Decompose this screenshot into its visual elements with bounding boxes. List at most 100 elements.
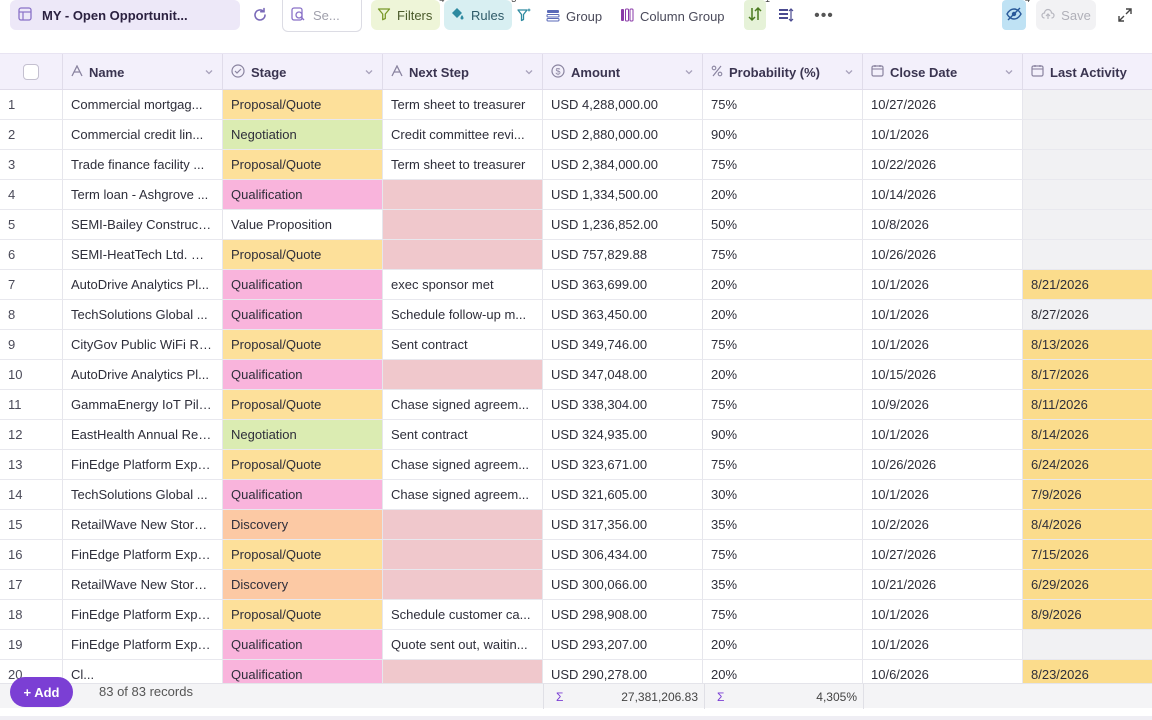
row-index-cell[interactable]: 12 (0, 420, 63, 449)
row-index-cell[interactable]: 15 (0, 510, 63, 539)
last-activity-cell[interactable]: 6/24/2026 (1023, 450, 1152, 479)
next-step-cell[interactable]: Sent contract (383, 420, 543, 449)
column-header-close-date[interactable]: Close Date (863, 54, 1023, 90)
next-step-cell[interactable] (383, 360, 543, 389)
close-date-cell[interactable]: 10/27/2026 (863, 90, 1023, 119)
amount-cell[interactable]: USD 363,699.00 (543, 270, 703, 299)
name-cell[interactable]: FinEdge Platform Expa... (63, 540, 223, 569)
next-step-cell[interactable] (383, 570, 543, 599)
close-date-cell[interactable]: 10/6/2026 (863, 660, 1023, 683)
table-row[interactable]: 12 EastHealth Annual Ren... Negotiation Sen… (0, 420, 1152, 450)
probability-cell[interactable]: 75% (703, 600, 863, 629)
close-date-cell[interactable]: 10/26/2026 (863, 240, 1023, 269)
next-step-cell[interactable]: Chase signed agreem... (383, 450, 543, 479)
column-header-name[interactable]: Name (63, 54, 223, 90)
next-step-cell[interactable] (383, 210, 543, 239)
last-activity-cell[interactable]: 8/4/2026 (1023, 510, 1152, 539)
row-index-cell[interactable]: 18 (0, 600, 63, 629)
last-activity-cell[interactable]: 6/29/2026 (1023, 570, 1152, 599)
column-header-amount[interactable]: $ Amount (543, 54, 703, 90)
table-row[interactable]: 8 TechSolutions Global ... Qualification Sc… (0, 300, 1152, 330)
close-date-cell[interactable]: 10/22/2026 (863, 150, 1023, 179)
stage-cell[interactable]: Qualification (223, 630, 383, 659)
table-row[interactable]: 20 Cl... Qualification USD 290,278.00 20% 10/… (0, 660, 1152, 683)
table-row[interactable]: 11 GammaEnergy IoT Pilo... Proposal/Quote C… (0, 390, 1152, 420)
next-step-cell[interactable]: Quote sent out, waitin... (383, 630, 543, 659)
name-cell[interactable]: SEMI-HeatTech Ltd. — ... (63, 240, 223, 269)
select-all-checkbox[interactable] (23, 64, 39, 80)
table-row[interactable]: 2 Commercial credit lin... Negotiation Cred… (0, 120, 1152, 150)
table-row[interactable]: 9 CityGov Public WiFi RF... Proposal/Quote… (0, 330, 1152, 360)
row-height-button[interactable] (776, 5, 796, 27)
probability-cell[interactable]: 75% (703, 90, 863, 119)
table-row[interactable]: 5 SEMI-Bailey Constructi... Value Proposit… (0, 210, 1152, 240)
probability-cell[interactable]: 20% (703, 180, 863, 209)
probability-cell[interactable]: 90% (703, 420, 863, 449)
stage-cell[interactable]: Value Proposition (223, 210, 383, 239)
next-step-cell[interactable] (383, 540, 543, 569)
last-activity-cell[interactable]: 8/27/2026 (1023, 300, 1152, 329)
stage-cell[interactable]: Proposal/Quote (223, 540, 383, 569)
close-date-cell[interactable]: 10/1/2026 (863, 300, 1023, 329)
stage-cell[interactable]: Qualification (223, 480, 383, 509)
probability-cell[interactable]: 75% (703, 330, 863, 359)
close-date-cell[interactable]: 10/26/2026 (863, 450, 1023, 479)
amount-cell[interactable]: USD 321,605.00 (543, 480, 703, 509)
name-cell[interactable]: Commercial mortgag... (63, 90, 223, 119)
stage-cell[interactable]: Discovery (223, 570, 383, 599)
fullscreen-button[interactable] (1114, 5, 1136, 27)
amount-cell[interactable]: USD 298,908.00 (543, 600, 703, 629)
next-step-cell[interactable]: Schedule follow-up m... (383, 300, 543, 329)
last-activity-cell[interactable] (1023, 90, 1152, 119)
last-activity-cell[interactable] (1023, 210, 1152, 239)
amount-cell[interactable]: USD 317,356.00 (543, 510, 703, 539)
close-date-cell[interactable]: 10/1/2026 (863, 270, 1023, 299)
row-index-cell[interactable]: 10 (0, 360, 63, 389)
last-activity-cell[interactable]: 8/14/2026 (1023, 420, 1152, 449)
row-index-cell[interactable]: 3 (0, 150, 63, 179)
probability-cell[interactable]: 35% (703, 570, 863, 599)
table-row[interactable]: 19 FinEdge Platform Expa... Qualification Q… (0, 630, 1152, 660)
next-step-cell[interactable]: Chase signed agreem... (383, 480, 543, 509)
column-header-next-step[interactable]: Next Step (383, 54, 543, 90)
row-index-cell[interactable]: 1 (0, 90, 63, 119)
name-cell[interactable]: Trade finance facility ... (63, 150, 223, 179)
group-button[interactable]: Group (546, 5, 602, 27)
close-date-cell[interactable]: 10/1/2026 (863, 630, 1023, 659)
amount-cell[interactable]: USD 290,278.00 (543, 660, 703, 683)
name-cell[interactable]: Cl... (63, 660, 223, 683)
row-index-cell[interactable]: 13 (0, 450, 63, 479)
probability-cell[interactable]: 50% (703, 210, 863, 239)
name-cell[interactable]: FinEdge Platform Expa... (63, 450, 223, 479)
probability-cell[interactable]: 75% (703, 150, 863, 179)
next-step-cell[interactable]: exec sponsor met (383, 270, 543, 299)
table-row[interactable]: 16 FinEdge Platform Expa... Proposal/Quote… (0, 540, 1152, 570)
amount-cell[interactable]: USD 4,288,000.00 (543, 90, 703, 119)
name-cell[interactable]: AutoDrive Analytics Pl... (63, 360, 223, 389)
amount-cell[interactable]: USD 324,935.00 (543, 420, 703, 449)
chevron-down-icon[interactable] (844, 65, 854, 80)
ai-formula-button[interactable] (514, 5, 536, 27)
row-index-cell[interactable]: 16 (0, 540, 63, 569)
last-activity-cell[interactable] (1023, 240, 1152, 269)
amount-cell[interactable]: USD 347,048.00 (543, 360, 703, 389)
close-date-cell[interactable]: 10/9/2026 (863, 390, 1023, 419)
amount-cell[interactable]: USD 323,671.00 (543, 450, 703, 479)
probability-cell[interactable]: 20% (703, 660, 863, 683)
view-selector[interactable]: MY - Open Opportunit... (10, 0, 240, 30)
probability-cell[interactable]: 90% (703, 120, 863, 149)
name-cell[interactable]: FinEdge Platform Expa... (63, 630, 223, 659)
close-date-cell[interactable]: 10/27/2026 (863, 540, 1023, 569)
save-button[interactable]: Save (1036, 0, 1096, 30)
row-index-cell[interactable]: 11 (0, 390, 63, 419)
stage-cell[interactable]: Qualification (223, 300, 383, 329)
name-cell[interactable]: RetailWave New Store ... (63, 510, 223, 539)
row-index-cell[interactable]: 5 (0, 210, 63, 239)
amount-cell[interactable]: USD 349,746.00 (543, 330, 703, 359)
name-cell[interactable]: AutoDrive Analytics Pl... (63, 270, 223, 299)
column-header-probability[interactable]: Probability (%) (703, 54, 863, 90)
next-step-cell[interactable]: Sent contract (383, 330, 543, 359)
probability-cell[interactable]: 30% (703, 480, 863, 509)
close-date-cell[interactable]: 10/2/2026 (863, 510, 1023, 539)
probability-cell[interactable]: 75% (703, 240, 863, 269)
